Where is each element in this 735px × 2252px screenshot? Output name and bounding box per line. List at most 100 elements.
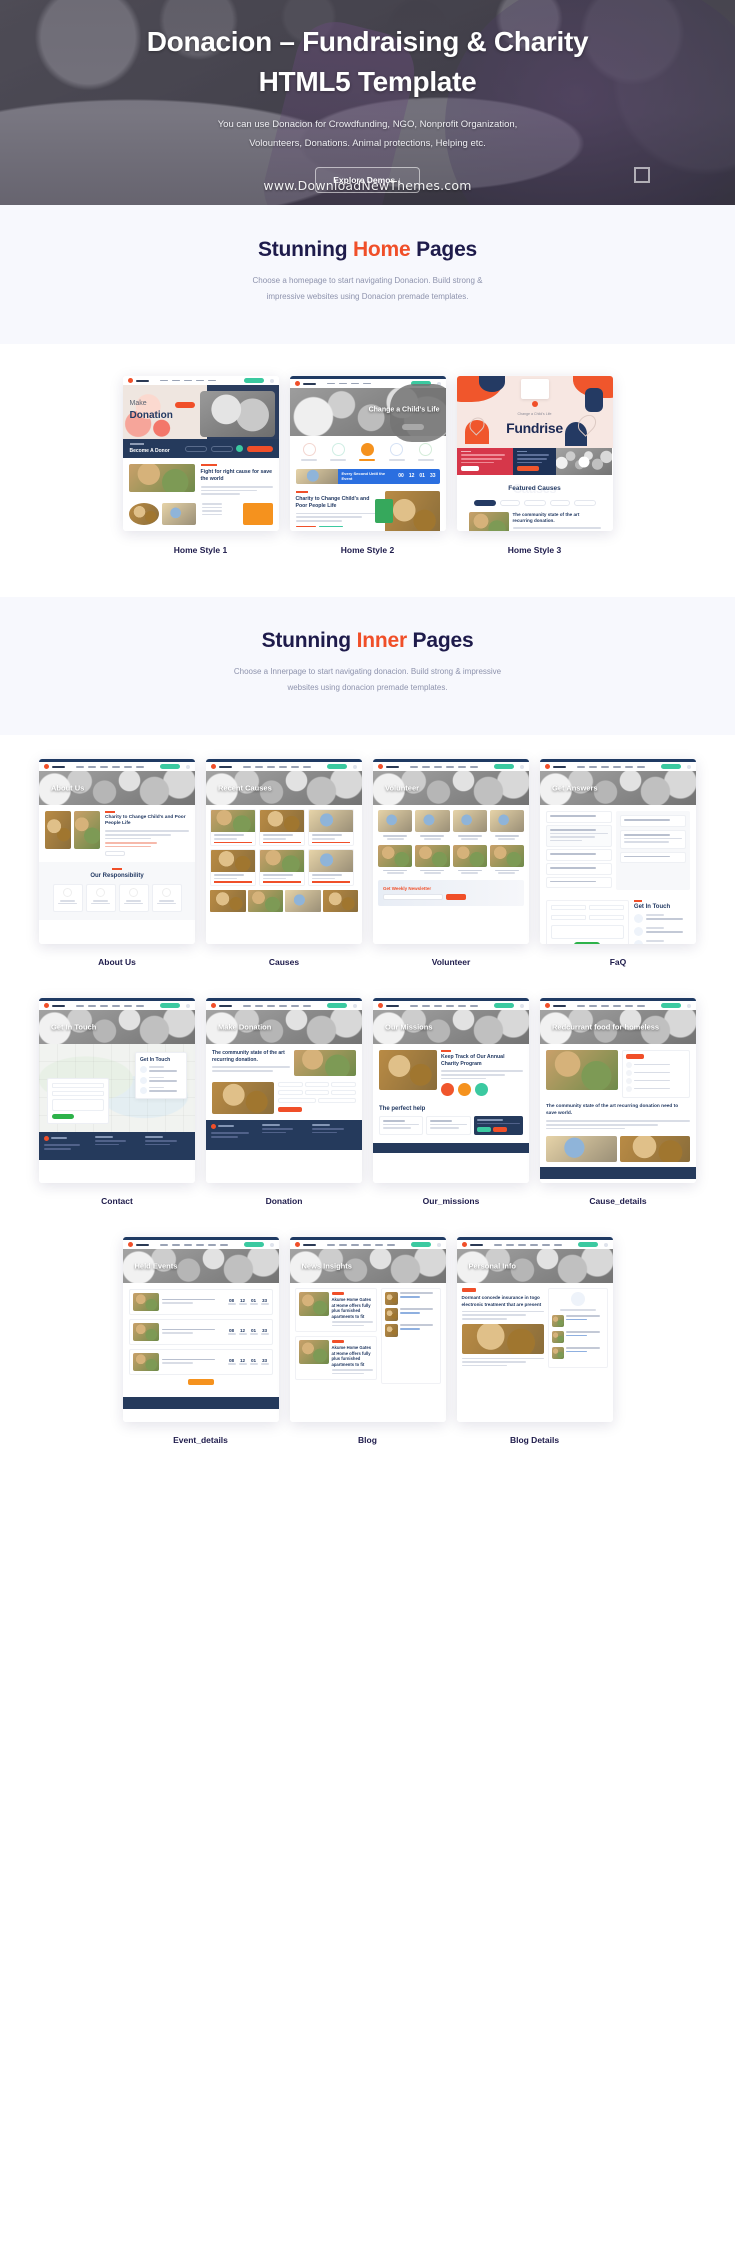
- inner-page-thumbnail-3[interactable]: Get Answers Get In Touch: [540, 759, 696, 945]
- mini-body: Charity to Change Child's and Poor Peopl…: [39, 805, 195, 945]
- become-donor-label: Become A Donor: [129, 448, 170, 455]
- hero-content: Donacion – Fundraising & Charity HTML5 T…: [0, 0, 735, 193]
- mini-page-banner: Volunteer: [373, 771, 529, 806]
- mini-hero: Change a Child's Life Fundrise: [456, 376, 613, 449]
- inner-page-thumbnail-4[interactable]: Get In Touch Get In Touch: [39, 998, 195, 1184]
- brand-name: [469, 1243, 483, 1246]
- inner-page-thumbnail-5[interactable]: Make Donation The community state of the…: [206, 998, 362, 1184]
- inner-page-card-10[interactable]: Personal Info Dormant concede insurance …: [456, 1237, 613, 1465]
- mini-body-title: Fight for right cause for save the world: [200, 469, 273, 483]
- inner-page-thumbnail-0[interactable]: About Us Charity to Change Child's and P…: [39, 759, 195, 945]
- mini-banner-title: Our Missions: [385, 1022, 433, 1032]
- inner-page-thumbnail-10[interactable]: Personal Info Dormant concede insurance …: [456, 1237, 613, 1423]
- inner-page-card-8[interactable]: Held Events 08 12 01 33 08 12 01 33 08 12 01 33: [122, 1237, 279, 1465]
- search-icon: [603, 1242, 608, 1247]
- brand-name: [135, 1243, 149, 1246]
- search-icon: [269, 378, 274, 383]
- content-image: [294, 1050, 356, 1077]
- inner-page-thumbnail-9[interactable]: News Insights Akume Home Gates at Home o…: [289, 1237, 446, 1423]
- inner-page-thumbnail-8[interactable]: Held Events 08 12 01 33 08 12 01 33 08 12 01 33: [122, 1237, 279, 1423]
- inner-page-card-2[interactable]: Volunteer Get Weekly Newsletter Voluntee…: [373, 759, 529, 987]
- nav-cta-button: [160, 764, 180, 770]
- inner-page-card-3[interactable]: Get Answers Get In Touch FaQ: [540, 759, 696, 987]
- inner-page-card-1[interactable]: Recent Causes Causes: [206, 759, 362, 987]
- nav-links: [76, 1005, 144, 1007]
- search-icon: [436, 1242, 441, 1247]
- inner-page-label-5: Donation: [265, 1196, 303, 1207]
- cause-item: [259, 809, 305, 847]
- inner-page-card-9[interactable]: News Insights Akume Home Gates at Home o…: [289, 1237, 446, 1465]
- inner-title-accent: Inner: [356, 629, 408, 653]
- home-style-1-thumbnail[interactable]: Make Donation Become A Donor Fight for r…: [122, 376, 279, 532]
- inner-page-thumbnail-7[interactable]: Redcurrant food for homeless The communi…: [540, 998, 696, 1184]
- featured-causes-title: Featured Causes: [508, 485, 561, 493]
- home-desc-line-1: Choose a homepage to start navigating Do…: [252, 276, 483, 285]
- inner-page-label-6: Our_missions: [422, 1196, 480, 1207]
- search-icon: [520, 764, 524, 769]
- cause-item: [308, 809, 354, 847]
- cause-item: [308, 849, 354, 886]
- mini-page-banner: Held Events: [122, 1249, 279, 1284]
- home-style-2-card[interactable]: Change a Child's Life Every Second Until…: [289, 376, 446, 555]
- mini-body-title: Keep Track of Our Annual Charity Program: [441, 1053, 505, 1067]
- brand-logo-icon: [461, 1242, 467, 1248]
- nav-cta-button: [243, 1242, 264, 1248]
- mini-hero: Make Donation: [122, 385, 279, 440]
- inner-page-label-3: FaQ: [609, 957, 627, 968]
- mini-navbar: [39, 762, 195, 772]
- inner-page-card-5[interactable]: Make Donation The community state of the…: [206, 998, 362, 1226]
- mini-banner-title: Personal Info: [468, 1261, 517, 1271]
- home-style-2-thumbnail[interactable]: Change a Child's Life Every Second Until…: [289, 376, 446, 532]
- inner-page-card-7[interactable]: Redcurrant food for homeless The communi…: [540, 998, 696, 1226]
- home-title-accent: Home: [352, 238, 411, 261]
- inner-page-thumbnail-1[interactable]: Recent Causes: [206, 759, 362, 945]
- mini-page-banner: Personal Info: [456, 1249, 613, 1284]
- inner-page-thumbnail-6[interactable]: Our Missions Keep Track of Our Annual Ch…: [373, 998, 529, 1184]
- nav-cta-button: [661, 764, 681, 770]
- home-section-description: Choose a homepage to start navigating Do…: [203, 273, 533, 304]
- cause-item: [210, 809, 256, 847]
- brand-logo-icon: [545, 764, 550, 770]
- content-image: [374, 490, 440, 532]
- nav-links: [159, 379, 216, 382]
- square-outline-icon: [634, 167, 650, 183]
- inner-page-label-2: Volunteer: [431, 957, 471, 968]
- mini-banner-title: Get Answers: [552, 783, 598, 793]
- inner-page-card-4[interactable]: Get In Touch Get In Touch Contact: [39, 998, 195, 1226]
- inner-page-card-6[interactable]: Our Missions Keep Track of Our Annual Ch…: [373, 998, 529, 1226]
- inner-cards-grid: About Us Charity to Change Child's and P…: [0, 745, 735, 1465]
- nav-links: [577, 1005, 645, 1007]
- brand-name: [386, 1004, 399, 1007]
- home-style-1-card[interactable]: Make Donation Become A Donor Fight for r…: [122, 376, 279, 555]
- brand-logo-icon: [127, 378, 133, 384]
- nav-cta-button: [661, 1003, 681, 1009]
- nav-cta-button: [410, 1242, 431, 1248]
- mini-navbar: [540, 762, 696, 772]
- home-style-3-label: Home Style 3: [507, 545, 562, 556]
- nav-cta-button: [160, 1003, 180, 1009]
- inner-page-card-0[interactable]: About Us Charity to Change Child's and P…: [39, 759, 195, 987]
- watermark-url: www.DownloadNewThemes.com: [263, 178, 472, 193]
- inner-page-label-8: Event_details: [173, 1435, 228, 1446]
- home-desc-line-2: impressive websites using Donacion prema…: [266, 291, 469, 301]
- brand-logo-icon: [378, 764, 383, 770]
- home-title-post: Pages: [410, 238, 478, 261]
- nav-links: [326, 382, 371, 385]
- mini-section-title: Our Responsibility: [90, 873, 144, 879]
- mini-page-banner: Get In Touch: [39, 1010, 195, 1045]
- home-style-3-card[interactable]: Change a Child's Life Fundrise Causes Fe…: [456, 376, 613, 556]
- home-style-3-thumbnail[interactable]: Change a Child's Life Fundrise Causes Fe…: [456, 376, 613, 532]
- brand-name: [553, 1004, 566, 1007]
- inner-page-thumbnail-2[interactable]: Volunteer Get Weekly Newsletter: [373, 759, 529, 945]
- brand-logo-icon: [211, 764, 216, 770]
- nav-links: [410, 1005, 478, 1007]
- nav-cta-button: [327, 764, 347, 770]
- mini-navbar: [206, 762, 362, 772]
- mini-body-title: The community state of the art recurring…: [546, 1104, 679, 1116]
- nav-cta-button: [243, 378, 264, 384]
- mini-navbar: [122, 376, 279, 386]
- mini-navbar: [206, 1001, 362, 1011]
- home-section-title: Stunning Home Pages: [0, 238, 735, 262]
- mini-page-banner: Redcurrant food for homeless: [540, 1010, 696, 1045]
- mini-page-banner: Make Donation: [206, 1010, 362, 1045]
